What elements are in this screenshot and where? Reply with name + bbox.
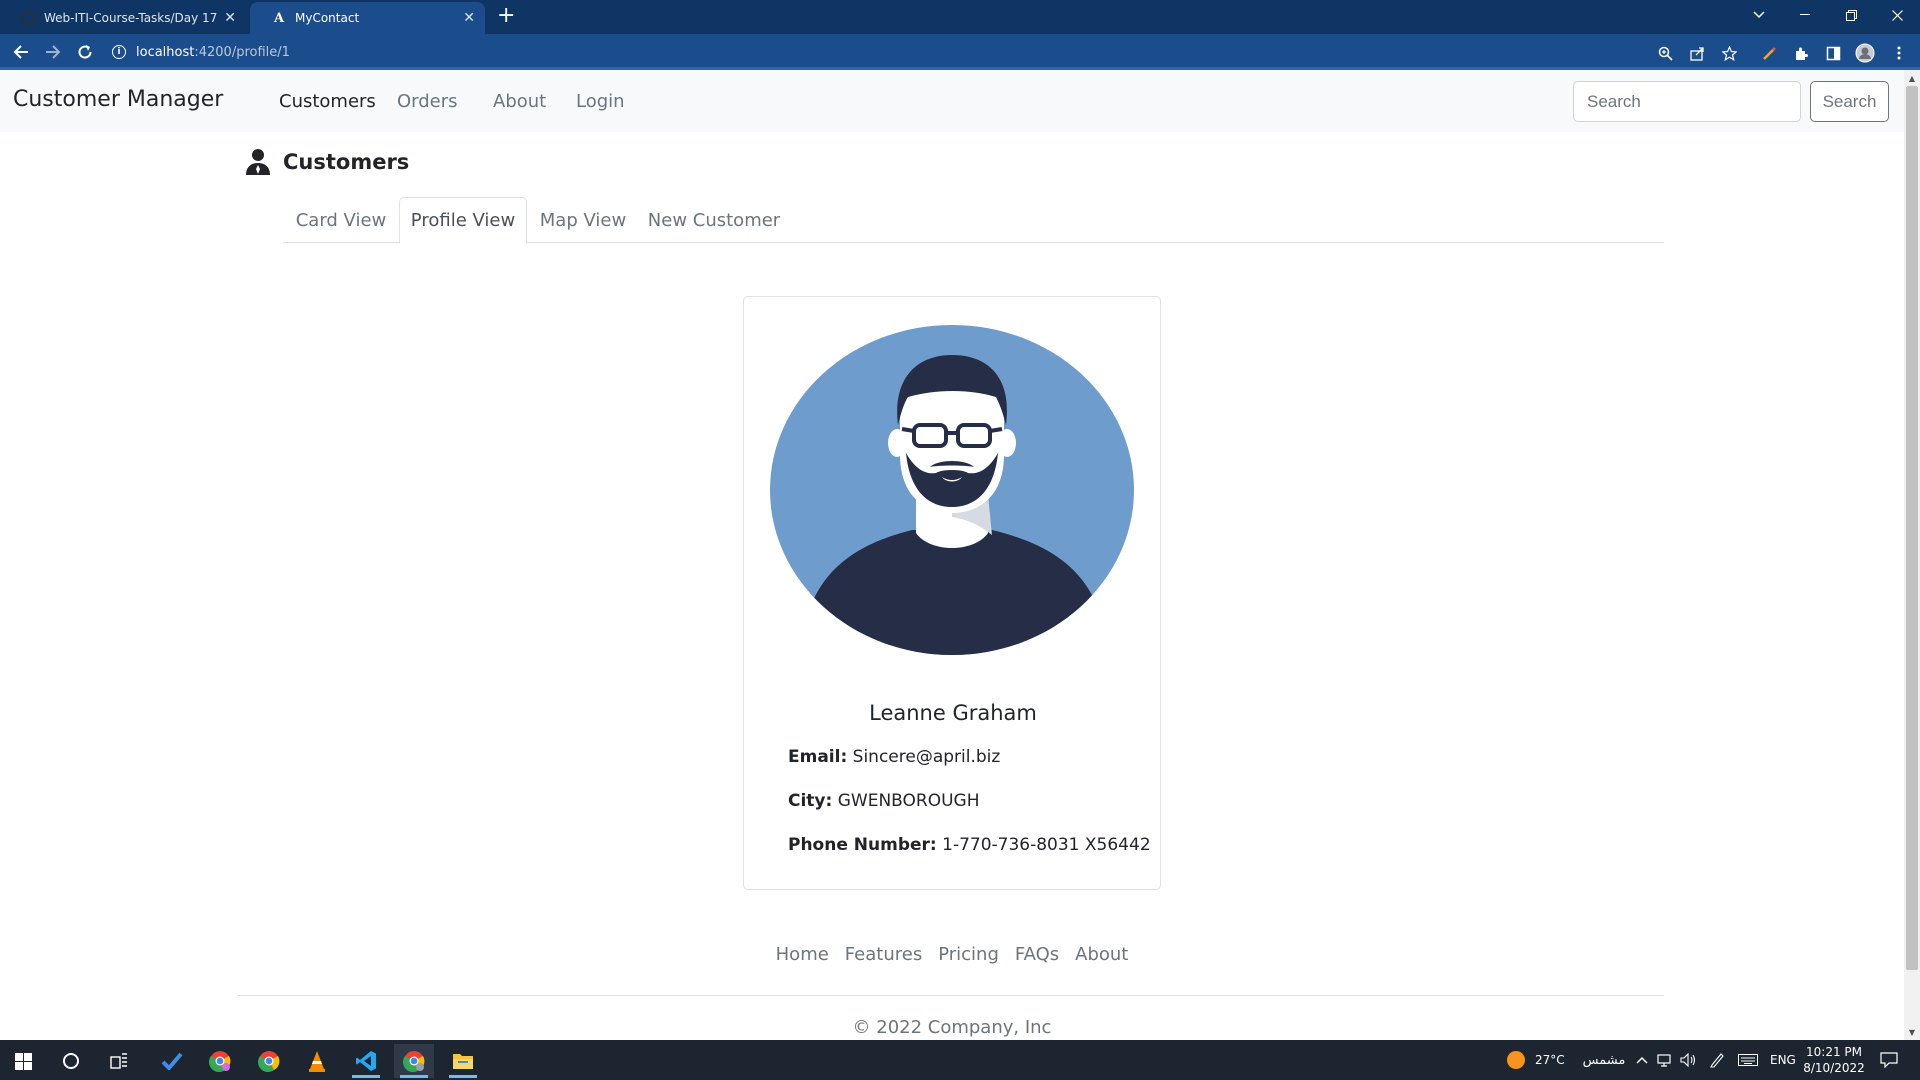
view-tabs: Card View Profile View Map View New Cust… [283,197,1664,244]
page-title: Customers [283,150,410,174]
chrome-profile-app-icon[interactable] [200,1044,240,1078]
profile-avatar [770,325,1134,655]
tab-card-view[interactable]: Card View [283,197,399,243]
phone-value: 1-770-736-8031 X56442 [942,835,1151,855]
windows-taskbar: 27°C مشمس ENG 10:21 PM 8/10/2022 [0,1040,1920,1080]
nav-link-about[interactable]: About [493,91,546,112]
phone-label: Phone Number: [788,835,937,855]
language-indicator[interactable]: ENG [1770,1040,1796,1080]
share-icon[interactable] [1687,43,1707,63]
site-info-icon[interactable]: i [112,45,126,59]
copyright-text: © 2022 Company, Inc [852,1017,1052,1038]
scrollbar-thumb[interactable] [1906,86,1918,970]
clock-time: 10:21 PM [1806,1045,1862,1059]
search-circle-icon[interactable] [51,1044,91,1078]
profile-avatar-icon[interactable] [1855,43,1875,63]
address-bar[interactable]: i localhost:4200/profile/1 [112,39,1692,65]
app-navbar: Customer Manager Customers Orders About … [0,70,1904,132]
email-label: Email: [788,747,848,767]
navbar-brand[interactable]: Customer Manager [13,87,223,112]
tab-map-view[interactable]: Map View [527,197,639,243]
footer-link-about[interactable]: About [1075,944,1128,965]
angular-icon: A [273,10,285,26]
phone-row: Phone Number: 1-770-736-8031 X56442 [788,835,1151,855]
reload-icon[interactable] [73,40,97,64]
vlc-icon[interactable] [297,1044,337,1078]
network-icon[interactable] [1657,1040,1673,1080]
forward-icon[interactable] [41,40,65,64]
vscode-icon[interactable] [346,1044,386,1078]
weather-desc: مشمس [1582,1052,1626,1068]
chrome-app-icon[interactable] [249,1044,289,1078]
page-heading: Customers [245,148,409,176]
tab-profile-view[interactable]: Profile View [399,197,527,244]
city-label: City: [788,791,833,811]
weather-temp: 27°C [1535,1053,1565,1067]
url-host: localhost [136,44,195,60]
chrome-active-app-icon[interactable] [394,1044,434,1078]
pen-extension-icon[interactable] [1759,43,1779,63]
customer-name: Leanne Graham [869,701,1037,725]
city-row: City: GWENBOROUGH [788,791,980,811]
footer-link-features[interactable]: Features [845,944,922,965]
profile-card: Leanne Graham Email: Sincere@april.biz C… [743,296,1161,890]
keyboard-icon[interactable] [1738,1040,1758,1080]
footer-nav: Home Features Pricing FAQs About [0,944,1904,965]
notifications-icon[interactable] [1880,1040,1898,1080]
extensions-icon[interactable] [1791,43,1811,63]
footer-link-faqs[interactable]: FAQs [1015,944,1059,965]
pen-workspace-icon[interactable] [1709,1040,1725,1080]
scroll-up-icon[interactable]: ▲ [1906,72,1918,84]
todo-app-icon[interactable] [152,1044,192,1078]
city-value: GWENBOROUGH [837,791,980,811]
clock-date: 8/10/2022 [1803,1061,1865,1075]
email-value: Sincere@april.biz [852,747,1001,767]
footer-link-home[interactable]: Home [776,944,829,965]
nav-link-login[interactable]: Login [576,91,625,112]
footer-link-pricing[interactable]: Pricing [938,944,999,965]
taskbar-clock[interactable]: 10:21 PM 8/10/2022 [1796,1044,1872,1076]
tab-new-customer[interactable]: New Customer [639,197,789,243]
user-icon [246,149,270,175]
chrome-menu-icon[interactable] [1889,43,1909,63]
side-panel-icon[interactable] [1823,43,1843,63]
browser-toolbar: i localhost:4200/profile/1 [0,34,1920,70]
close-window-icon[interactable] [1874,0,1920,30]
search-button[interactable]: Search [1810,81,1889,122]
task-view-icon[interactable] [99,1044,139,1078]
new-tab-button[interactable]: + [497,4,515,28]
restore-icon[interactable] [1828,0,1874,30]
url-path: :4200/profile/1 [194,44,290,60]
close-tab-icon[interactable]: ✕ [463,10,475,26]
sun-icon [1507,1051,1525,1069]
footer-divider [238,995,1664,996]
nav-link-orders[interactable]: Orders [397,91,458,112]
tab-search-icon[interactable] [1736,0,1782,30]
hidden-icons-chevron-icon[interactable] [1636,1040,1648,1080]
bookmark-star-icon[interactable] [1719,43,1739,63]
github-icon [21,10,36,26]
browser-tab-mycontact[interactable]: A MyContact ✕ [250,2,485,34]
nav-link-customers[interactable]: Customers [279,91,376,112]
search-input[interactable]: Search [1573,81,1801,122]
browser-tab-strip: Web-ITI-Course-Tasks/Day 17 Ta ✕ A MyCon… [0,0,1920,34]
back-icon[interactable] [9,40,33,64]
minimize-icon[interactable] [1782,0,1828,30]
browser-tab-github[interactable]: Web-ITI-Course-Tasks/Day 17 Ta ✕ [0,2,246,34]
tab-title: Web-ITI-Course-Tasks/Day 17 Ta [44,11,218,25]
zoom-icon[interactable] [1655,43,1675,63]
weather-widget[interactable]: 27°C مشمس [1506,1040,1625,1080]
file-explorer-icon[interactable] [443,1044,483,1078]
scroll-down-icon[interactable]: ▼ [1906,1026,1918,1038]
tab-title: MyContact [295,11,360,25]
volume-icon[interactable] [1680,1040,1696,1080]
windows-start-icon[interactable] [3,1044,43,1078]
email-row: Email: Sincere@april.biz [788,747,1000,767]
close-tab-icon[interactable]: ✕ [224,10,236,26]
